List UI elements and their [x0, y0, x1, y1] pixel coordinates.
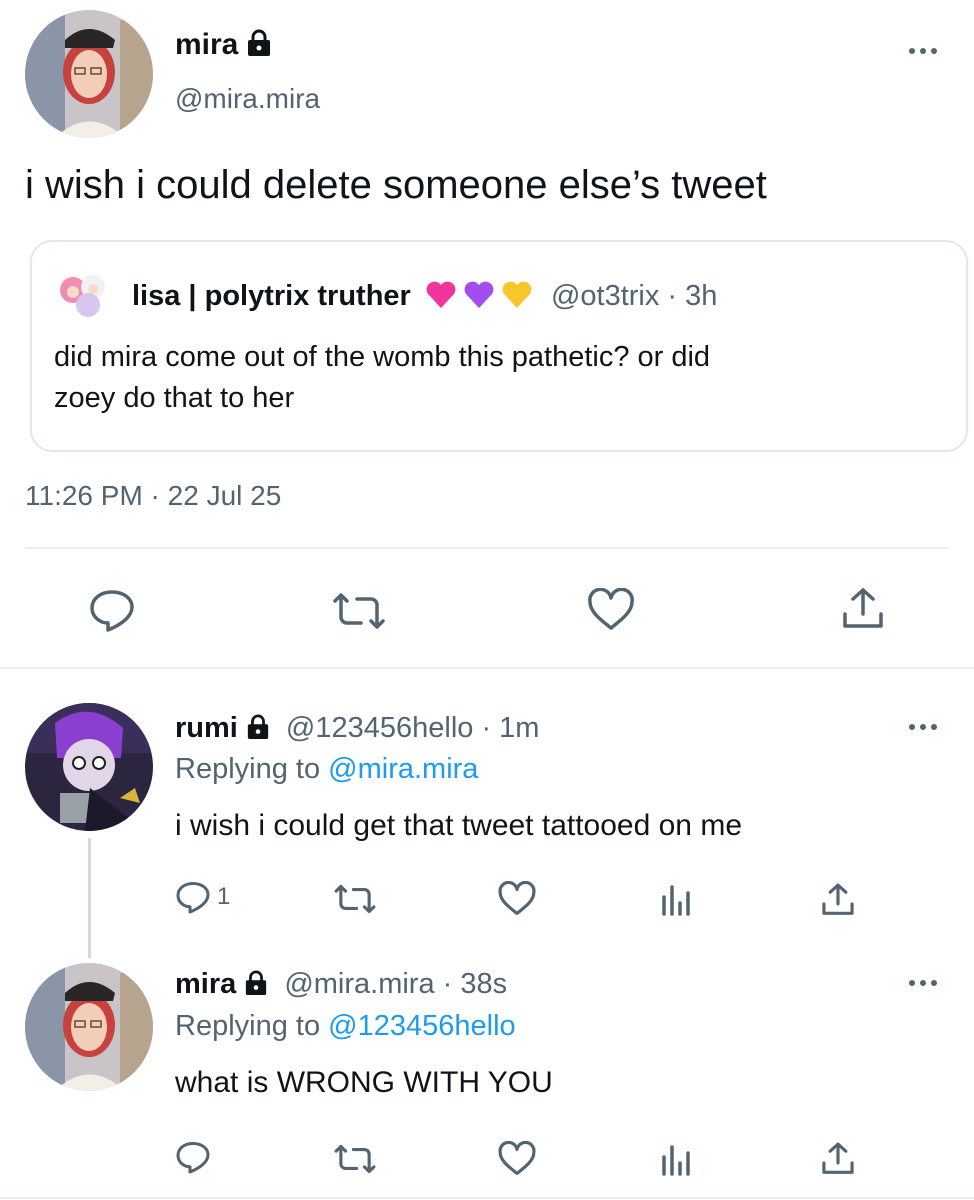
section-divider: [0, 667, 974, 669]
quoted-handle-time: @ot3trix · 3h: [550, 280, 718, 312]
bottom-divider: [0, 1197, 974, 1199]
reply-text: i wish i could get that tweet tattooed o…: [175, 809, 742, 842]
share-button[interactable]: [840, 586, 886, 632]
replying-to-link[interactable]: @123456hello: [328, 1010, 515, 1042]
pink-heart-icon: [425, 280, 457, 318]
reply-count: 1: [217, 883, 231, 910]
more-icon[interactable]: [909, 980, 937, 986]
analytics-icon: [662, 1145, 690, 1176]
analytics-icon: [662, 885, 690, 916]
share-icon: [822, 883, 854, 915]
purple-heart-icon: [463, 280, 495, 318]
avatar-mira[interactable]: [25, 963, 153, 1091]
retweet-button[interactable]: [333, 883, 377, 915]
quoted-text-line1: did mira come out of the womb this pathe…: [54, 341, 711, 373]
display-name[interactable]: mira: [175, 28, 238, 61]
reply-button[interactable]: 1: [175, 880, 230, 914]
yellow-heart-icon: [501, 280, 533, 318]
more-icon[interactable]: [909, 724, 937, 730]
retweet-icon: [334, 1144, 376, 1174]
quoted-text-line2: zoey do that to her: [54, 382, 295, 414]
analytics-button[interactable]: [660, 883, 692, 917]
display-name[interactable]: mira: [175, 968, 236, 1000]
tweet-text: i wish i could delete someone else’s twe…: [25, 163, 767, 207]
avatar-rumi[interactable]: [25, 703, 153, 831]
share-button[interactable]: [820, 1141, 856, 1177]
reply-icon: [90, 590, 134, 632]
retweet-icon: [333, 593, 385, 629]
like-button[interactable]: [497, 1141, 537, 1177]
like-button[interactable]: [586, 588, 636, 632]
replying-to-link[interactable]: @mira.mira: [328, 753, 478, 785]
replying-to-label: Replying to: [175, 753, 329, 785]
lock-icon: [246, 714, 270, 748]
like-icon: [498, 1141, 536, 1175]
avatar-lisa[interactable]: [53, 265, 113, 325]
handle-time: @123456hello · 1m: [285, 712, 540, 744]
thread-line: [88, 838, 91, 958]
quoted-display-name[interactable]: lisa | polytrix truther: [132, 280, 411, 312]
like-icon: [498, 881, 536, 915]
like-icon: [588, 588, 634, 630]
lock-icon: [244, 970, 268, 1004]
avatar-mira[interactable]: [25, 10, 153, 138]
reply-icon: [176, 1142, 210, 1174]
share-icon: [843, 588, 883, 628]
reply-text: what is WRONG WITH YOU: [175, 1066, 553, 1099]
display-name[interactable]: rumi: [175, 712, 238, 744]
retweet-button[interactable]: [333, 1143, 377, 1175]
like-button[interactable]: [497, 881, 537, 917]
analytics-button[interactable]: [660, 1143, 692, 1177]
reply-icon: [176, 882, 210, 914]
replying-to-label: Replying to: [175, 1010, 329, 1042]
retweet-icon: [334, 884, 376, 914]
timestamp[interactable]: 11:26 PM · 22 Jul 25: [25, 480, 281, 512]
handle-time: @mira.mira · 38s: [284, 968, 508, 1000]
divider: [25, 547, 949, 549]
lock-icon: [246, 29, 272, 65]
handle[interactable]: @mira.mira: [175, 83, 320, 115]
share-icon: [822, 1142, 854, 1174]
retweet-button[interactable]: [331, 591, 387, 631]
reply-button[interactable]: [88, 588, 136, 632]
more-icon[interactable]: [909, 48, 937, 54]
reply-button[interactable]: [175, 1140, 211, 1174]
share-button[interactable]: [820, 882, 856, 918]
